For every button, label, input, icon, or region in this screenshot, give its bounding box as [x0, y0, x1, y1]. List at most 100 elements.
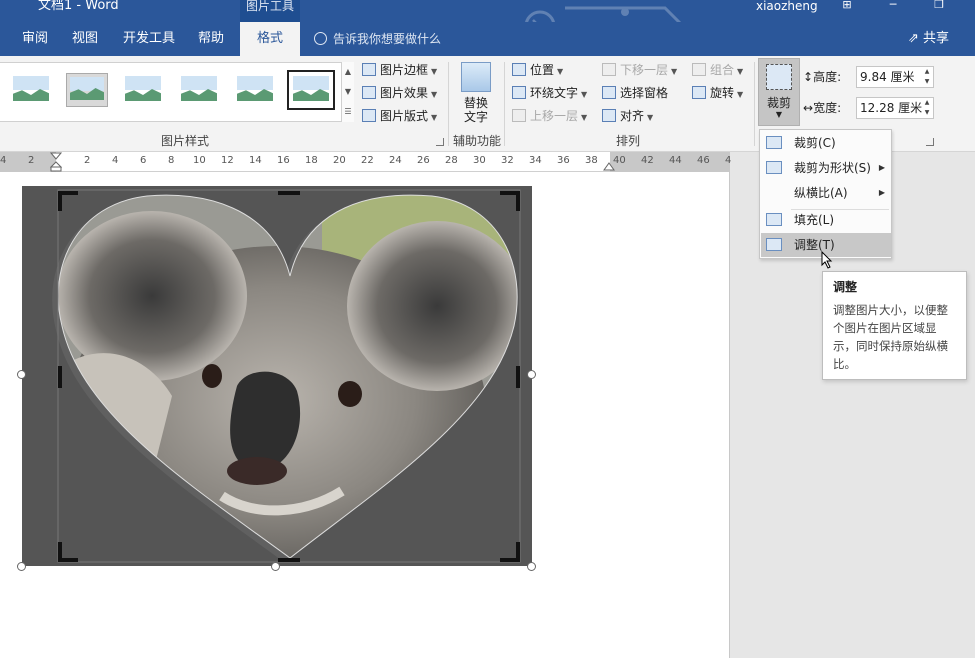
height-input[interactable]: 9.84 厘米 ▲ ▼: [856, 66, 934, 88]
crop-handle-top-left[interactable]: [58, 191, 62, 211]
ruler-tick-label: 6: [140, 155, 147, 166]
dialog-launcher-icon[interactable]: [436, 138, 444, 146]
crop-handle-top[interactable]: [278, 191, 300, 195]
group-divider: [754, 62, 755, 146]
ruler-tick-label: 32: [501, 155, 514, 166]
wrap-text-label: 环绕文字: [530, 86, 579, 100]
tab-help[interactable]: 帮助: [198, 22, 224, 56]
send-backward-button[interactable]: 下移一层 ▼: [602, 60, 677, 80]
tab-format[interactable]: 格式: [240, 22, 300, 56]
position-button[interactable]: 位置 ▼: [512, 60, 563, 80]
tab-review[interactable]: 审阅: [22, 22, 48, 56]
title-bar: 文档1 - Word 图片工具 xiaozheng ⊞ ─ ❐: [0, 0, 975, 48]
picture-style-thumb[interactable]: [234, 73, 276, 107]
search-icon: [314, 32, 327, 45]
resize-handle-right[interactable]: [527, 370, 536, 379]
chevron-down-icon: ▼: [581, 90, 588, 99]
wrap-text-button[interactable]: 环绕文字 ▼: [512, 83, 587, 103]
ruler-tick-label: 24: [389, 155, 402, 166]
picture-style-thumb-selected[interactable]: [287, 70, 335, 110]
gallery-more-icon[interactable]: ☰: [342, 102, 354, 122]
fit-icon: [766, 238, 782, 251]
gallery-scrollbar[interactable]: ▲ ▼ ☰: [341, 62, 354, 122]
tell-me-search[interactable]: 告诉我你想要做什么: [314, 22, 441, 56]
selection-pane-button[interactable]: 选择窗格: [602, 83, 668, 103]
ruler-tick-label: 26: [417, 155, 430, 166]
group-objects-label: 组合: [710, 63, 735, 77]
picture-style-thumb[interactable]: [122, 73, 164, 107]
picture-style-thumb[interactable]: [178, 73, 220, 107]
ruler-tick-label: 4: [0, 155, 7, 166]
bring-forward-label: 上移一层: [530, 109, 579, 123]
resize-handle-bottom-left[interactable]: [17, 562, 26, 571]
horizontal-ruler[interactable]: 4 2 2 4 6 8 10 12 14 16 18 20 22 24 26 28 30 32 34 36 38 40 42…: [0, 152, 738, 172]
crop-handle-bottom-right[interactable]: [516, 542, 520, 562]
tab-view[interactable]: 视图: [72, 22, 98, 56]
crop-handle-right[interactable]: [516, 366, 520, 388]
user-name[interactable]: xiaozheng: [756, 0, 818, 12]
chevron-right-icon: ▶: [878, 188, 885, 197]
chevron-down-icon: ▼: [431, 113, 438, 122]
crop-handle-bottom[interactable]: [278, 558, 300, 562]
menu-item-aspect-ratio[interactable]: 纵横比(A) ▶: [761, 181, 891, 205]
koala-picture[interactable]: [22, 186, 532, 566]
picture-layout-icon: [362, 109, 376, 122]
send-backward-label: 下移一层: [620, 63, 669, 77]
send-backward-icon: [602, 63, 616, 76]
ruler-tick-label: 30: [473, 155, 486, 166]
ruler-tick-label: 22: [361, 155, 374, 166]
crop-button[interactable]: 裁剪 ▼: [758, 58, 800, 126]
ruler-tick-label: 4: [112, 155, 119, 166]
crop-label: 裁剪: [766, 96, 791, 110]
rotate-label: 旋转: [710, 86, 735, 100]
alt-text-button[interactable]: 替换 文字: [456, 62, 496, 124]
picture-style-thumb[interactable]: [66, 73, 108, 107]
chevron-right-icon: ▶: [878, 163, 885, 172]
picture-layout-label: 图片版式: [380, 109, 429, 123]
indent-marker-icon[interactable]: [50, 152, 62, 172]
picture-border-button[interactable]: 图片边框 ▼: [362, 60, 437, 80]
menu-item-crop[interactable]: 裁剪(C): [761, 131, 891, 155]
tab-developer[interactable]: 开发工具: [123, 22, 175, 56]
menu-item-label: 调整(T): [794, 238, 835, 252]
picture-effects-button[interactable]: 图片效果 ▼: [362, 83, 437, 103]
bring-forward-button[interactable]: 上移一层 ▼: [512, 106, 587, 126]
crop-handle-bottom-left[interactable]: [58, 542, 62, 562]
ruler-tick-label: 46: [697, 155, 710, 166]
width-input[interactable]: 12.28 厘米 ▲ ▼: [856, 97, 934, 119]
mouse-pointer-icon: [821, 251, 833, 269]
shape-height-icon: ↕: [803, 70, 814, 84]
crop-handle-top-right[interactable]: [516, 191, 520, 211]
chevron-down-icon: ▼: [581, 113, 588, 122]
ribbon-display-options-icon[interactable]: ⊞: [832, 0, 862, 14]
tooltip-title: 调整: [833, 280, 858, 294]
picture-border-label: 图片边框: [380, 63, 429, 77]
menu-item-fill[interactable]: 填充(L): [761, 208, 891, 232]
resize-handle-left[interactable]: [17, 370, 26, 379]
group-objects-button[interactable]: 组合 ▼: [692, 60, 743, 80]
restore-icon[interactable]: ❐: [924, 0, 954, 14]
picture-layout-button[interactable]: 图片版式 ▼: [362, 106, 437, 126]
rotate-button[interactable]: 旋转 ▼: [692, 83, 743, 103]
dialog-launcher-icon[interactable]: [926, 138, 934, 146]
height-spinner[interactable]: ▲ ▼: [921, 67, 933, 87]
chevron-down-icon: ▼: [671, 67, 678, 76]
chevron-up-icon[interactable]: ▲: [342, 62, 354, 82]
chevron-down-icon[interactable]: ▼: [342, 82, 354, 102]
share-button[interactable]: ⇗ 共享: [908, 22, 949, 56]
crop-dropdown-menu: 裁剪(C) 裁剪为形状(S) ▶ 纵横比(A) ▶ 填充(L) 调整(T): [759, 129, 892, 259]
crop-icon: [766, 136, 782, 149]
picture-styles-group-label: 图片样式: [160, 134, 209, 148]
crop-handle-left[interactable]: [58, 366, 62, 388]
picture-effects-label: 图片效果: [380, 86, 429, 100]
right-indent-marker-icon[interactable]: [603, 162, 615, 172]
resize-handle-bottom[interactable]: [271, 562, 280, 571]
position-label: 位置: [530, 63, 555, 77]
ruler-tick-label: 34: [529, 155, 542, 166]
resize-handle-bottom-right[interactable]: [527, 562, 536, 571]
width-spinner[interactable]: ▲ ▼: [921, 98, 933, 118]
picture-style-thumb[interactable]: [10, 73, 52, 107]
menu-item-crop-to-shape[interactable]: 裁剪为形状(S) ▶: [761, 156, 891, 180]
minimize-icon[interactable]: ─: [878, 0, 908, 14]
align-button[interactable]: 对齐 ▼: [602, 106, 653, 126]
